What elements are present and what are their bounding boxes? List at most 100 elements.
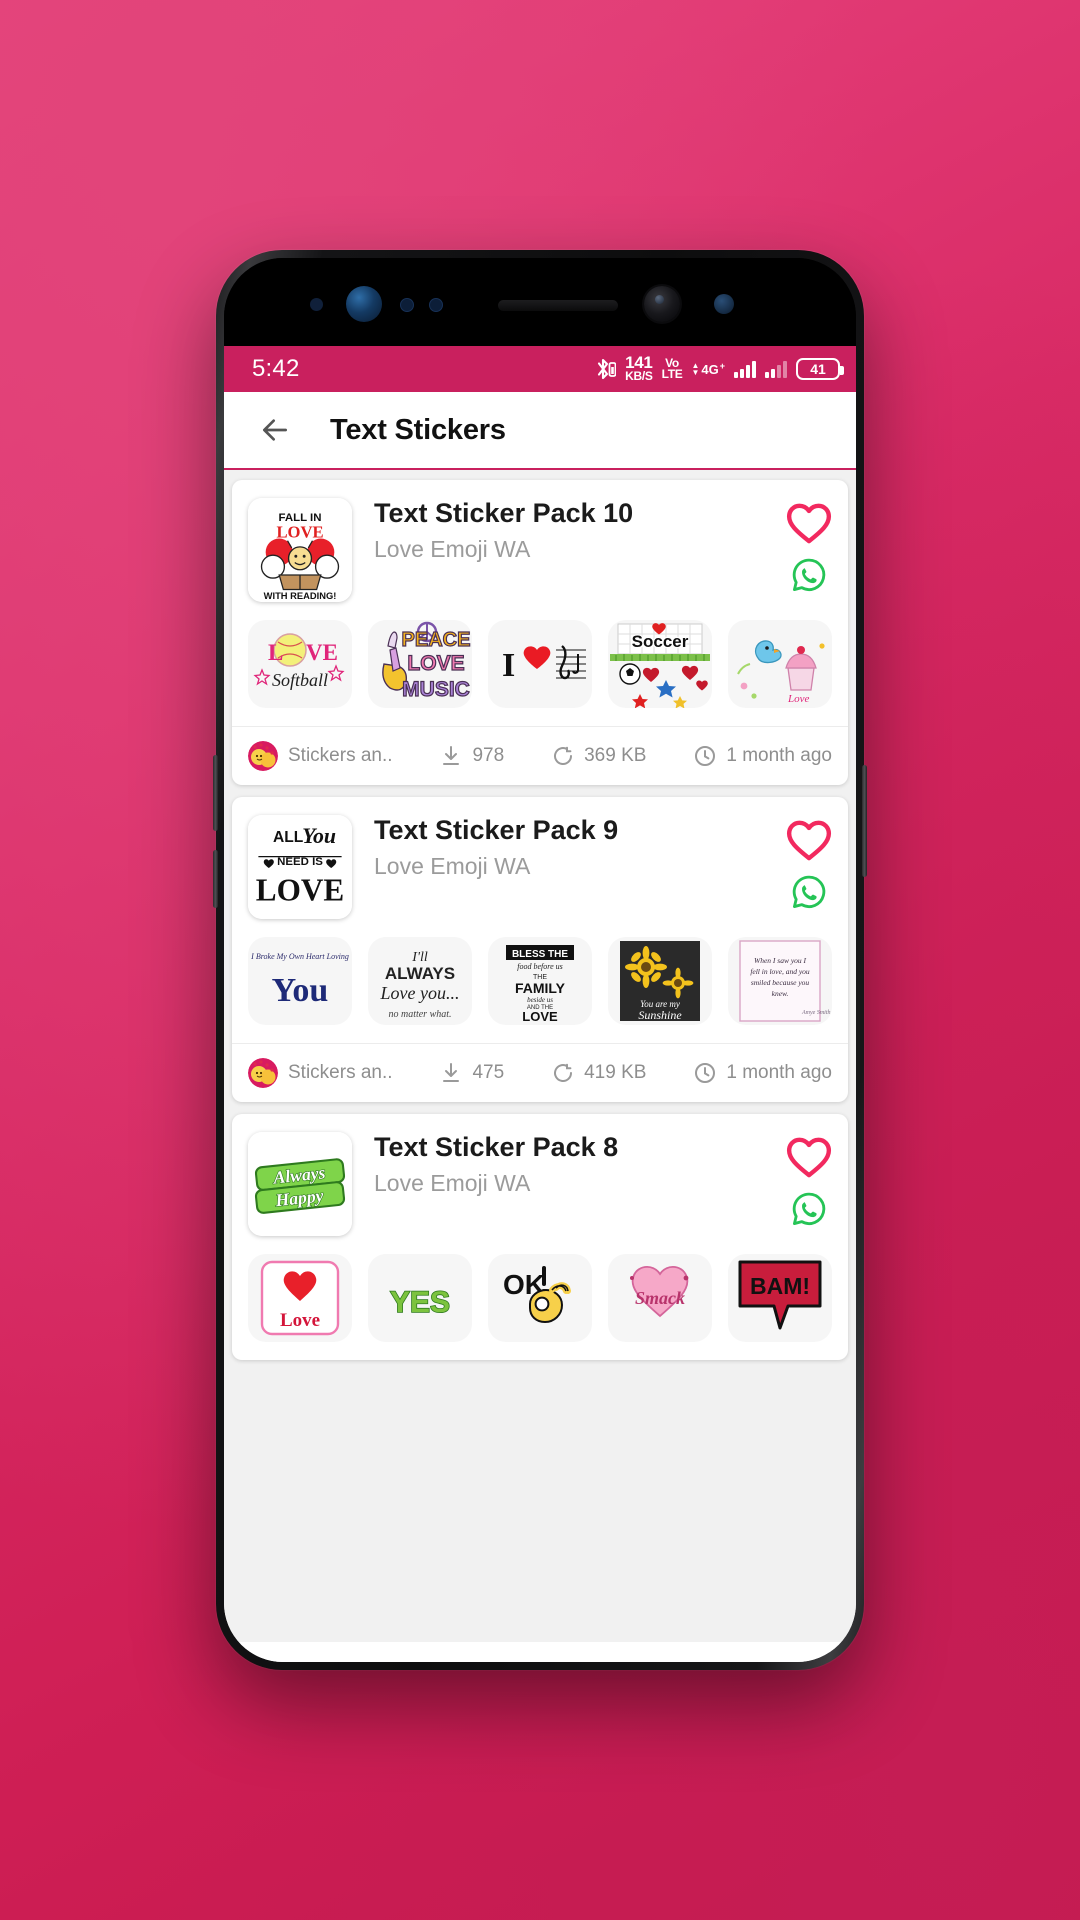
- svg-text:LOVE: LOVE: [522, 1009, 558, 1024]
- author-avatar: [248, 741, 278, 771]
- phone-device: 5:42 141 KB/S Vo LTE ▲ ▼ 4G + 41 Text St…: [213, 250, 867, 1670]
- sticker-preview[interactable]: OK: [488, 1254, 592, 1342]
- heart-icon[interactable]: [786, 502, 832, 544]
- phone-screen: 5:42 141 KB/S Vo LTE ▲ ▼ 4G + 41 Text St…: [224, 346, 856, 1662]
- signal-strength-sim2-icon: [765, 360, 787, 378]
- pack-meta-row: Stickers an.. 978 369 KB 1 month ago: [232, 726, 848, 785]
- data-activity-arrows-icon: ▲ ▼: [691, 360, 700, 377]
- svg-text:MUSIC: MUSIC: [402, 678, 470, 701]
- pack-author: Love Emoji WA: [374, 852, 531, 879]
- heart-icon[interactable]: [786, 819, 832, 861]
- whatsapp-icon[interactable]: [790, 556, 828, 594]
- sticker-preview-strip[interactable]: Love YES OK Smack BAM!: [232, 1240, 848, 1360]
- svg-text:beside us: beside us: [527, 996, 553, 1004]
- back-arrow-icon[interactable]: [252, 407, 298, 453]
- download-count: 475: [439, 1061, 504, 1085]
- sticker-preview[interactable]: BAM!: [728, 1254, 832, 1342]
- svg-text:FAMILY: FAMILY: [515, 980, 566, 996]
- svg-text:LOVE: LOVE: [276, 523, 323, 542]
- sticker-preview-strip[interactable]: I Broke My Own Heart Loving You I'll ALW…: [232, 923, 848, 1043]
- sticker-preview[interactable]: YES: [368, 1254, 472, 1342]
- download-count: 978: [439, 744, 504, 768]
- svg-text:I'll: I'll: [411, 950, 428, 965]
- network-label-plus: +: [719, 360, 725, 371]
- sticker-preview[interactable]: Smack: [608, 1254, 712, 1342]
- svg-text:WITH READING!: WITH READING!: [264, 591, 337, 601]
- size-circle-icon: [554, 1063, 573, 1082]
- svg-text:Love: Love: [787, 693, 810, 705]
- volume-up-button[interactable]: [213, 755, 218, 831]
- download-icon: [443, 746, 460, 765]
- svg-text:PEACE: PEACE: [402, 629, 471, 651]
- sticker-preview[interactable]: Love: [248, 1254, 352, 1342]
- device-top-bezel: [224, 258, 856, 346]
- svg-text:Soccer: Soccer: [632, 632, 689, 651]
- status-bar: 5:42 141 KB/S Vo LTE ▲ ▼ 4G + 41: [224, 346, 856, 392]
- svg-text:BLESS THE: BLESS THE: [512, 949, 568, 960]
- power-button[interactable]: [862, 765, 867, 877]
- sticker-pack-list[interactable]: FALL IN LOVE WITH READING! Text Sticker …: [224, 470, 856, 1642]
- sticker-preview[interactable]: Love: [728, 620, 832, 708]
- volume-down-button[interactable]: [213, 850, 218, 908]
- earpiece-speaker: [498, 300, 618, 311]
- sticker-preview[interactable]: Soccer: [608, 620, 712, 708]
- svg-text:NEED IS: NEED IS: [277, 856, 323, 868]
- svg-text:Softball: Softball: [272, 670, 328, 690]
- svg-text:I: I: [502, 647, 515, 684]
- pack-thumbnail: Always Happy: [248, 1132, 352, 1236]
- whatsapp-icon[interactable]: [790, 873, 828, 911]
- sticker-preview[interactable]: I Broke My Own Heart Loving You: [248, 937, 352, 1025]
- sticker-preview[interactable]: You are my Sunshine: [608, 937, 712, 1025]
- light-sensor: [429, 298, 443, 312]
- pack-thumbnail: ALL You NEED IS LOVE: [248, 815, 352, 919]
- screen-bottom-edge: [224, 1642, 856, 1662]
- iris-scanner: [644, 286, 680, 322]
- sticker-preview[interactable]: I: [488, 620, 592, 708]
- pack-title: Text Sticker Pack 10: [374, 498, 634, 528]
- svg-text:LOVE: LOVE: [407, 652, 464, 675]
- pack-source-label: Stickers an..: [288, 745, 393, 766]
- pack-meta-row: Stickers an.. 475 419 KB 1 month ago: [232, 1043, 848, 1102]
- page-title: Text Stickers: [330, 413, 506, 446]
- pack-source-label: Stickers an..: [288, 1062, 393, 1083]
- sticker-pack-card[interactable]: FALL IN LOVE WITH READING! Text Sticker …: [232, 480, 848, 785]
- app-bar: Text Stickers: [224, 392, 856, 470]
- sticker-pack-card[interactable]: Always Happy Text Sticker Pack 8 Love Em…: [232, 1114, 848, 1360]
- pack-title: Text Sticker Pack 9: [374, 815, 619, 845]
- svg-text:BAM!: BAM!: [750, 1273, 810, 1299]
- sticker-preview[interactable]: PEACE LOVE MUSIC: [368, 620, 472, 708]
- network-label: 4G: [701, 361, 719, 377]
- sticker-preview[interactable]: I'll ALWAYS Love you... no matter what.: [368, 937, 472, 1025]
- svg-text:no matter what.: no matter what.: [388, 1009, 451, 1020]
- svg-text:When I saw you I: When I saw you I: [754, 956, 807, 965]
- svg-text:Sunshine: Sunshine: [638, 1008, 682, 1022]
- data-rate-indicator: 141 KB/S: [625, 354, 653, 384]
- svg-text:ALWAYS: ALWAYS: [385, 964, 455, 983]
- svg-text:VE: VE: [306, 640, 338, 665]
- svg-text:Smack: Smack: [635, 1288, 685, 1308]
- sticker-preview[interactable]: BLESS THE food before us THE FAMILY besi…: [488, 937, 592, 1025]
- proximity-sensor: [400, 298, 414, 312]
- sticker-pack-card[interactable]: ALL You NEED IS LOVE Text Sticker Pack 9: [232, 797, 848, 1102]
- svg-text:You: You: [302, 824, 336, 848]
- status-clock: 5:42: [252, 355, 300, 382]
- svg-text:knew.: knew.: [772, 989, 789, 998]
- heart-icon[interactable]: [786, 1136, 832, 1178]
- svg-text:smiled because you: smiled because you: [751, 978, 810, 987]
- sticker-preview-strip[interactable]: L VE Softball PEACE LOVE MUSIC I Soccer …: [232, 606, 848, 726]
- sticker-preview[interactable]: When I saw you I fell in love, and you s…: [728, 937, 832, 1025]
- pack-size: 369 KB: [551, 744, 646, 768]
- clock-icon: [695, 1063, 716, 1083]
- whatsapp-icon[interactable]: [790, 1190, 828, 1228]
- pack-title: Text Sticker Pack 8: [374, 1132, 619, 1162]
- volte-bottom-label: LTE: [661, 367, 683, 381]
- size-circle-icon: [554, 746, 573, 765]
- pack-author: Love Emoji WA: [374, 1169, 531, 1196]
- svg-text:LOVE: LOVE: [256, 872, 344, 907]
- svg-text:Love you...: Love you...: [380, 983, 460, 1003]
- svg-text:fell in love, and you: fell in love, and you: [750, 967, 810, 976]
- sticker-preview[interactable]: L VE Softball: [248, 620, 352, 708]
- svg-text:L: L: [268, 640, 283, 665]
- svg-text:I Broke My Own Heart Loving: I Broke My Own Heart Loving: [250, 952, 349, 961]
- data-rate-unit: KB/S: [625, 369, 653, 384]
